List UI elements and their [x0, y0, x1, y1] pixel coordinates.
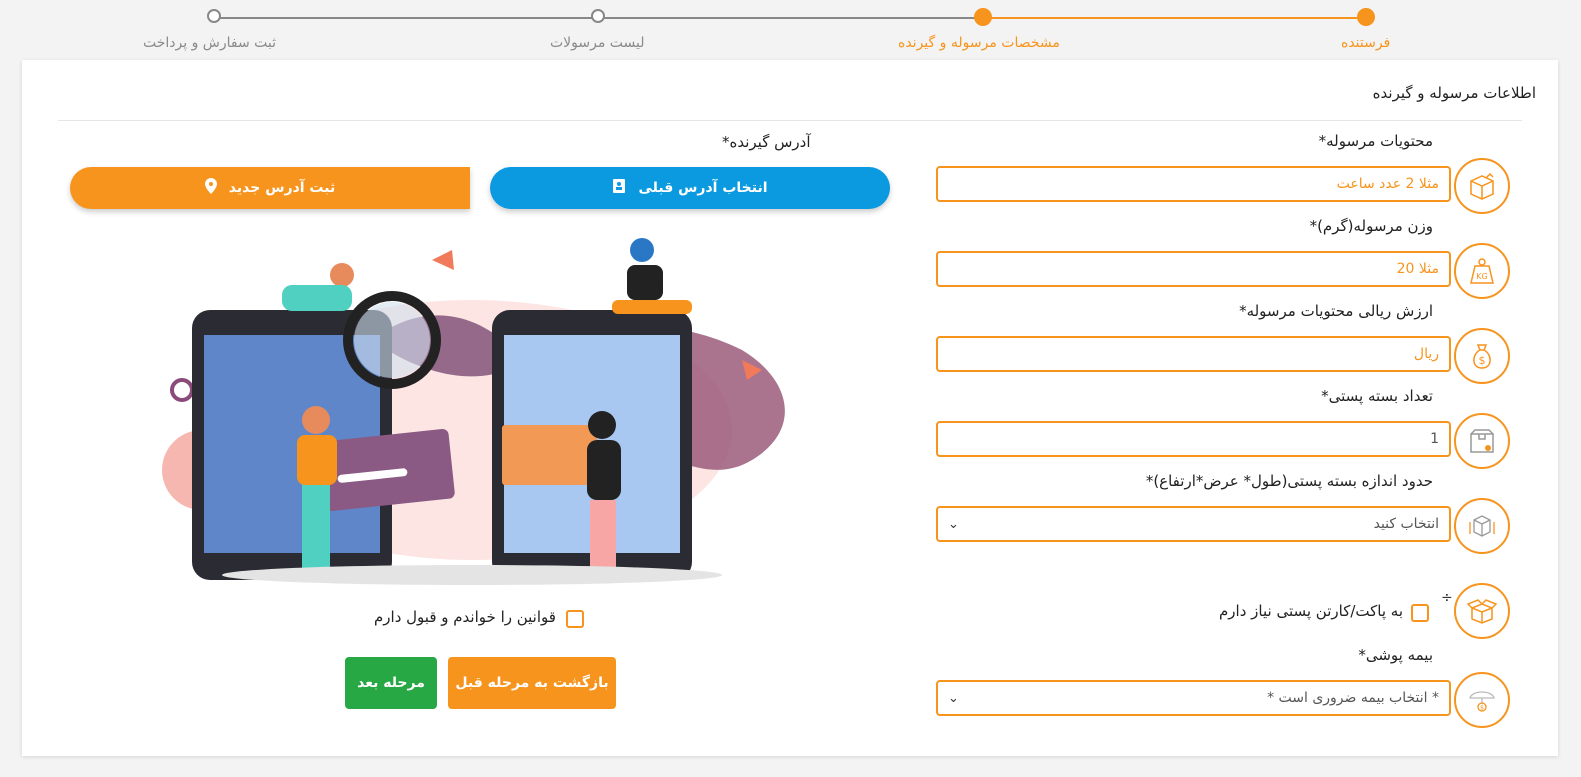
svg-text:$: $	[1479, 354, 1486, 367]
divider	[58, 120, 1522, 121]
step-dot-list	[591, 9, 605, 23]
step-dot-shipment	[974, 8, 992, 26]
money-bag-icon: $	[1454, 328, 1510, 384]
insurance-select[interactable]: * انتخاب بیمه ضروری است * ⌄	[936, 680, 1451, 716]
terms-label: قوانین را خواندم و قبول دارم	[374, 608, 556, 626]
packaging-label: به پاکت/کارتن پستی نیاز دارم	[1219, 602, 1403, 620]
back-button[interactable]: بازگشت به مرحله قبل	[448, 657, 616, 709]
dimensions-select[interactable]: انتخاب کنید ⌄	[936, 506, 1451, 542]
step-dot-sender	[1357, 8, 1375, 26]
value-label: ارزش ریالی محتویات مرسوله*	[1239, 302, 1433, 320]
address-book-icon	[612, 178, 626, 198]
chevron-down-icon: ⌄	[948, 516, 959, 532]
stepper-line-done	[985, 17, 1367, 19]
count-label: تعداد بسته پستی*	[1321, 387, 1433, 405]
kg-weight-icon: KG	[1454, 243, 1510, 299]
step-label-list: لیست مرسولات	[550, 35, 645, 51]
contents-label: محتویات مرسوله*	[1318, 132, 1433, 150]
step-label-payment: ثبت سفارش و پرداخت	[143, 35, 277, 51]
packaging-checkbox[interactable]	[1411, 604, 1429, 622]
next-button[interactable]: مرحله بعد	[345, 657, 437, 709]
new-address-label: ثبت آدرس جدید	[228, 180, 336, 196]
chevron-down-icon: ⌄	[948, 690, 959, 706]
weight-input[interactable]: مثلا 20	[936, 251, 1451, 287]
package-icon	[1454, 158, 1510, 214]
location-pin-icon	[204, 178, 217, 198]
address-label: آدرس گیرنده*	[722, 133, 811, 151]
box-icon	[1454, 413, 1510, 469]
stepper-line	[214, 17, 598, 19]
insurance-label: بیمه پوشی*	[1358, 646, 1433, 664]
insurance-icon: $	[1454, 672, 1510, 728]
packaging-marker: ÷	[1441, 590, 1453, 606]
card-title: اطلاعات مرسوله و گیرنده	[1372, 84, 1536, 102]
select-previous-address-button[interactable]: انتخاب آدرس قبلی	[490, 167, 890, 209]
svg-text:$: $	[1480, 705, 1484, 712]
shipment-card: اطلاعات مرسوله و گیرنده محتویات مرسوله* …	[22, 60, 1558, 756]
step-dot-payment	[207, 9, 221, 23]
contents-input[interactable]: مثلا 2 عدد ساعت	[936, 166, 1451, 202]
dimension-box-icon	[1454, 498, 1510, 554]
value-input[interactable]: ریال	[936, 336, 1451, 372]
open-box-icon	[1454, 583, 1510, 639]
select-previous-address-label: انتخاب آدرس قبلی	[638, 180, 768, 196]
dimensions-label: حدود اندازه بسته پستی(طول* عرض*ارتفاع)*	[1145, 472, 1433, 490]
svg-text:KG: KG	[1476, 272, 1487, 281]
delivery-illustration	[142, 230, 822, 600]
progress-stepper: فرستنده مشخصات مرسوله و گیرنده لیست مرسو…	[0, 0, 1581, 60]
count-input[interactable]: 1	[936, 421, 1451, 457]
step-label-sender: فرستنده	[1341, 35, 1391, 51]
weight-label: وزن مرسوله(گرم)*	[1309, 217, 1433, 235]
stepper-line	[598, 17, 985, 19]
step-label-shipment: مشخصات مرسوله و گیرنده	[898, 35, 1060, 51]
new-address-button[interactable]: ثبت آدرس جدید	[70, 167, 470, 209]
terms-checkbox[interactable]	[566, 610, 584, 628]
